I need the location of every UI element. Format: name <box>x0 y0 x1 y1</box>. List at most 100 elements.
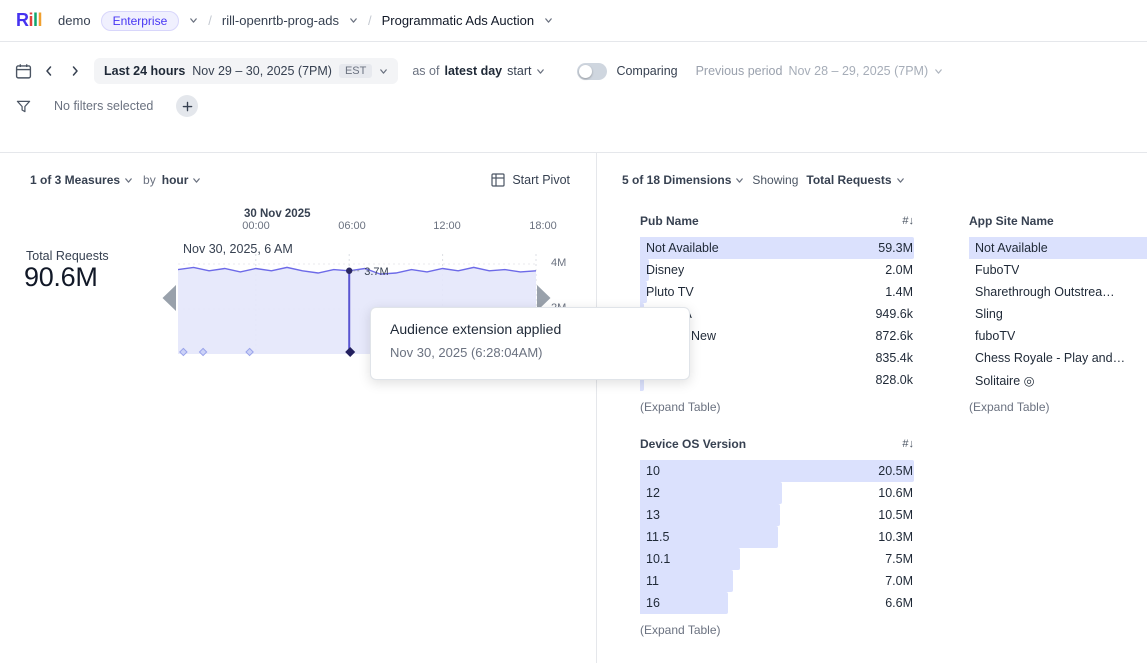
as-of-suffix: start <box>507 64 531 78</box>
calendar-button[interactable] <box>10 58 36 84</box>
showing-measure-label: Total Requests <box>806 173 891 187</box>
showing-measure-selector[interactable]: Total Requests <box>806 173 904 187</box>
plan-badge: Enterprise <box>101 11 180 31</box>
dimensions-pane: 5 of 18 Dimensions Showing Total Request… <box>597 153 1147 663</box>
expand-table-link[interactable]: (Expand Table) <box>969 400 1147 414</box>
measure-value: 949.6k <box>875 307 914 321</box>
table-row[interactable]: 1310.5M <box>640 504 914 526</box>
table-row[interactable]: FuboTV <box>969 259 1147 281</box>
dimension-value: 10.1 <box>640 552 670 566</box>
leaderboard-bar <box>640 460 914 482</box>
breadcrumb-project[interactable]: rill-openrtb-prog-ads <box>222 13 339 28</box>
sort-indicator[interactable]: #↓ <box>902 438 914 450</box>
filter-funnel-icon <box>16 99 31 114</box>
x-tick-label: 06:00 <box>338 220 366 232</box>
table-row[interactable]: Not Available59.3M <box>640 237 914 259</box>
measures-selector[interactable]: 1 of 3 Measures <box>30 173 133 187</box>
measure-value: 6.6M <box>885 596 914 610</box>
dimension-value: Not Available <box>969 241 1048 255</box>
chart-day-label: 30 Nov 2025 <box>244 208 311 220</box>
as-of-value: latest day <box>444 64 502 78</box>
dimension-value: 12 <box>640 486 660 500</box>
big-number-label[interactable]: Total Requests <box>26 249 109 263</box>
expand-table-link[interactable]: (Expand Table) <box>640 623 914 637</box>
leaderboard-column: Pub Name #↓ Not Available59.3M Disney2.0… <box>640 213 914 637</box>
leaderboard-title[interactable]: Device OS Version <box>640 437 746 451</box>
org-menu-chevron-down-icon[interactable] <box>189 16 198 25</box>
measure-value: 10.6M <box>878 486 914 500</box>
leaderboard-header: Pub Name #↓ <box>640 213 914 228</box>
start-pivot-label: Start Pivot <box>512 173 570 187</box>
x-tick-label: 18:00 <box>529 220 557 232</box>
dimensions-selector-label: 5 of 18 Dimensions <box>622 173 731 187</box>
chevron-right-icon <box>68 64 82 78</box>
measure-value: 7.5M <box>885 552 914 566</box>
leaderboards: Pub Name #↓ Not Available59.3M Disney2.0… <box>597 213 1147 637</box>
leaderboard-device-os-version: Device OS Version #↓ 1020.5M 1210.6M 131… <box>640 436 914 637</box>
table-row[interactable]: Chess Royale - Play and… <box>969 347 1147 369</box>
chart-hover-time-label: Nov 30, 2025, 6 AM <box>183 242 293 256</box>
triangle-left-icon <box>161 284 177 312</box>
y-tick-label: 4M <box>551 257 566 269</box>
measures-bar: 1 of 3 Measures by hour Start Pivot <box>0 153 596 187</box>
leaderboard-rows: Not Available FuboTV Sharethrough Outstr… <box>969 237 1147 391</box>
org-name[interactable]: demo <box>58 13 91 28</box>
previous-period-label: Previous period <box>696 64 783 78</box>
rill-logo[interactable]: Rill <box>16 10 42 31</box>
measure-value: 872.6k <box>875 329 914 343</box>
dimension-value: 13 <box>640 508 660 522</box>
sort-indicator[interactable]: #↓ <box>902 215 914 227</box>
table-row[interactable]: Sling <box>969 303 1147 325</box>
start-pivot-button[interactable]: Start Pivot <box>491 173 570 187</box>
dimension-value: 11 <box>640 574 659 588</box>
time-grain-label: hour <box>162 173 189 187</box>
dashboard-chevron-down-icon[interactable] <box>544 16 553 25</box>
dimension-value: Disney <box>640 263 684 277</box>
table-row[interactable]: Pluto TV1.4M <box>640 281 914 303</box>
rill-dashboard-app: Rill demo Enterprise / rill-openrtb-prog… <box>0 0 1147 663</box>
table-row[interactable]: Sharethrough Outstrea… <box>969 281 1147 303</box>
leaderboard-title[interactable]: Pub Name <box>640 214 699 228</box>
add-filter-button[interactable] <box>176 95 198 117</box>
plus-icon <box>182 101 193 112</box>
table-row[interactable]: 11 7.0M <box>640 570 914 592</box>
comparing-toggle[interactable] <box>577 63 607 80</box>
filter-row: No filters selected <box>16 91 1147 121</box>
chart-scroll-left-arrow[interactable] <box>161 284 177 315</box>
leaderboard-title[interactable]: App Site Name <box>969 214 1054 228</box>
table-row[interactable]: fuboTV <box>969 325 1147 347</box>
table-row[interactable]: Not Available <box>969 237 1147 259</box>
dimension-value: Pluto TV <box>640 285 694 299</box>
as-of-selector[interactable]: as of latest day start <box>412 64 545 78</box>
table-row[interactable]: 11.510.3M <box>640 526 914 548</box>
big-number-value: 90.6M <box>24 262 98 293</box>
table-row[interactable]: 1020.5M <box>640 460 914 482</box>
table-row[interactable]: Solitaire ◎ <box>969 369 1147 391</box>
time-range-selector[interactable]: Last 24 hours Nov 29 – 30, 2025 (7PM) ES… <box>94 58 398 84</box>
time-grain-selector[interactable]: hour <box>162 173 202 187</box>
dimension-value: Chess Royale - Play and… <box>969 351 1125 365</box>
table-row[interactable]: 166.6M <box>640 592 914 614</box>
measure-value: 7.0M <box>885 574 914 588</box>
chevron-left-icon <box>42 64 56 78</box>
dashboard-controls: Last 24 hours Nov 29 – 30, 2025 (7PM) ES… <box>0 55 1147 153</box>
logo-letter: l <box>38 10 43 31</box>
table-row[interactable]: 12 10.6M <box>640 482 914 504</box>
chevron-down-icon <box>536 67 545 76</box>
chevron-down-icon <box>192 176 201 185</box>
project-chevron-down-icon[interactable] <box>349 16 358 25</box>
dimension-value: 10 <box>640 464 660 478</box>
expand-table-link[interactable]: (Expand Table) <box>640 400 914 414</box>
leaderboard-rows: 1020.5M 12 10.6M 1310.5M 11.510.3M 10.1 7.… <box>640 460 914 614</box>
previous-range-button[interactable] <box>36 58 62 84</box>
breadcrumb-dashboard[interactable]: Programmatic Ads Auction <box>382 13 534 28</box>
table-row[interactable]: 10.1 7.5M <box>640 548 914 570</box>
previous-period-selector[interactable]: Previous period Nov 28 – 29, 2025 (7PM) <box>696 64 944 78</box>
measures-pane: 1 of 3 Measures by hour Start Pivot Tota… <box>0 153 597 663</box>
previous-period-dates: Nov 28 – 29, 2025 (7PM) <box>788 64 928 78</box>
table-row[interactable]: Disney2.0M <box>640 259 914 281</box>
time-range-label: Last 24 hours <box>104 64 185 78</box>
showing-label: Showing <box>752 173 798 187</box>
dimensions-selector[interactable]: 5 of 18 Dimensions <box>622 173 744 187</box>
next-range-button[interactable] <box>62 58 88 84</box>
